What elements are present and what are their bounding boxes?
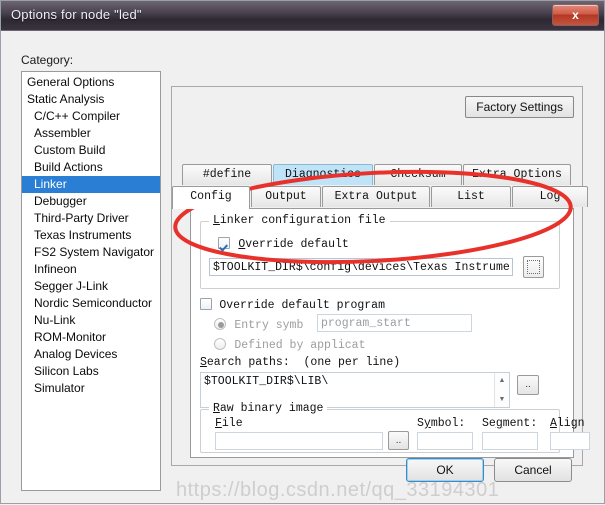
override-default-checkbox[interactable] bbox=[218, 237, 230, 249]
entry-symbol-input[interactable] bbox=[317, 314, 472, 332]
category-item-nordic-semiconductor[interactable]: Nordic Semiconductor bbox=[22, 295, 160, 312]
factory-settings-button[interactable]: Factory Settings bbox=[465, 96, 574, 118]
tab-row-top[interactable]: #define Diagnostics Checksum Extra Options bbox=[182, 164, 572, 185]
defined-by-application-row[interactable]: Defined by applicat bbox=[214, 337, 365, 352]
window-title: Options for node "led" bbox=[11, 7, 142, 22]
category-item-analog-devices[interactable]: Analog Devices bbox=[22, 346, 160, 363]
tab-output[interactable]: Output bbox=[251, 186, 321, 207]
tab-define[interactable]: #define bbox=[182, 164, 272, 185]
category-item-debugger[interactable]: Debugger bbox=[22, 193, 160, 210]
override-default-row[interactable]: Override default bbox=[218, 236, 349, 251]
dialog-button-bar: OK Cancel bbox=[1, 448, 605, 505]
category-item-silicon-labs[interactable]: Silicon Labs bbox=[22, 363, 160, 380]
override-default-label: Override default bbox=[238, 238, 349, 251]
tab-list[interactable]: List bbox=[431, 186, 511, 207]
category-label: Category: bbox=[21, 53, 74, 67]
tab-config[interactable]: Config bbox=[172, 186, 250, 209]
linker-config-legend: Linker configuration file bbox=[209, 214, 390, 227]
linker-config-file-input[interactable] bbox=[209, 258, 513, 276]
override-default-program-row[interactable]: Override default program bbox=[200, 297, 385, 312]
category-item-custom-build[interactable]: Custom Build bbox=[22, 142, 160, 159]
category-item-simulator[interactable]: Simulator bbox=[22, 380, 160, 397]
title-bar: Options for node "led" x bbox=[1, 1, 604, 31]
category-item-linker[interactable]: Linker bbox=[22, 176, 160, 193]
scroll-down-arrow[interactable]: ▼ bbox=[495, 392, 509, 407]
category-item-segger-j-link[interactable]: Segger J-Link bbox=[22, 278, 160, 295]
search-paths-scrollbar[interactable]: ▲ ▼ bbox=[494, 373, 509, 407]
raw-align-label: Align bbox=[550, 417, 585, 430]
entry-symbol-radio[interactable] bbox=[214, 318, 226, 330]
linker-configuration-file-group: Linker configuration file Override defau… bbox=[200, 214, 560, 289]
tab-extra-options[interactable]: Extra Options bbox=[463, 164, 571, 185]
raw-symbol-label: Symbol: bbox=[417, 417, 466, 430]
linker-settings-panel: Factory Settings #define Diagnostics Check… bbox=[171, 86, 590, 466]
category-item-texas-instruments[interactable]: Texas Instruments bbox=[22, 227, 160, 244]
raw-binary-image-group: Raw binary image Filе .. Symbol: Segment… bbox=[200, 402, 590, 453]
override-default-program-checkbox[interactable] bbox=[200, 298, 212, 310]
tab-extra-output[interactable]: Extra Output bbox=[322, 186, 430, 207]
category-item-rom-monitor[interactable]: ROM-Monitor bbox=[22, 329, 160, 346]
cancel-button[interactable]: Cancel bbox=[494, 458, 572, 482]
search-paths-label: Search paths: (one per line) bbox=[200, 356, 401, 369]
entry-symbol-row[interactable]: Entry symb bbox=[214, 317, 303, 332]
category-item-assembler[interactable]: Assembler bbox=[22, 125, 160, 142]
defined-by-application-radio[interactable] bbox=[214, 338, 226, 350]
close-button[interactable]: x bbox=[552, 4, 599, 26]
raw-binary-legend: Raw binary image bbox=[209, 402, 328, 415]
category-item-infineon[interactable]: Infineon bbox=[22, 261, 160, 278]
category-item-general-options[interactable]: General Options bbox=[22, 74, 160, 91]
category-list[interactable]: General Options Static Analysis C/C++ Comp… bbox=[21, 71, 161, 491]
tab-checksum[interactable]: Checksum bbox=[374, 164, 462, 185]
category-item-build-actions[interactable]: Build Actions bbox=[22, 159, 160, 176]
category-item-static-analysis[interactable]: Static Analysis bbox=[22, 91, 160, 108]
category-item-third-party-driver[interactable]: Third-Party Driver bbox=[22, 210, 160, 227]
override-default-program-label: Override default program bbox=[219, 299, 385, 312]
defined-by-application-label: Defined by applicat bbox=[234, 339, 366, 352]
raw-segment-label: Segment: bbox=[482, 417, 538, 430]
search-paths-browse-button[interactable]: .. bbox=[517, 375, 539, 395]
category-item-nu-link[interactable]: Nu-Link bbox=[22, 312, 160, 329]
tab-row-bottom[interactable]: Config Output Extra Output List Log bbox=[172, 186, 589, 209]
dotted-browse-icon[interactable] bbox=[523, 256, 544, 278]
search-paths-value: $TOOLKIT_DIR$\LIB\ bbox=[204, 375, 329, 388]
scroll-up-arrow[interactable]: ▲ bbox=[495, 373, 509, 388]
options-dialog: Options for node "led" x Category: Gener… bbox=[0, 0, 605, 504]
category-item-fs2-system-navigator[interactable]: FS2 System Navigator bbox=[22, 244, 160, 261]
entry-symbol-label: Entry symb bbox=[234, 319, 304, 332]
raw-file-label: Filе bbox=[215, 417, 243, 430]
ok-button[interactable]: OK bbox=[406, 458, 484, 482]
config-tab-page: Linker configuration file Override defau… bbox=[190, 208, 590, 458]
tab-log[interactable]: Log bbox=[512, 186, 588, 207]
category-item-c-c-compiler[interactable]: C/C++ Compiler bbox=[22, 108, 160, 125]
tab-diagnostics[interactable]: Diagnostics bbox=[273, 164, 373, 185]
dialog-client-area: Category: General Options Static Analysis… bbox=[1, 31, 604, 503]
